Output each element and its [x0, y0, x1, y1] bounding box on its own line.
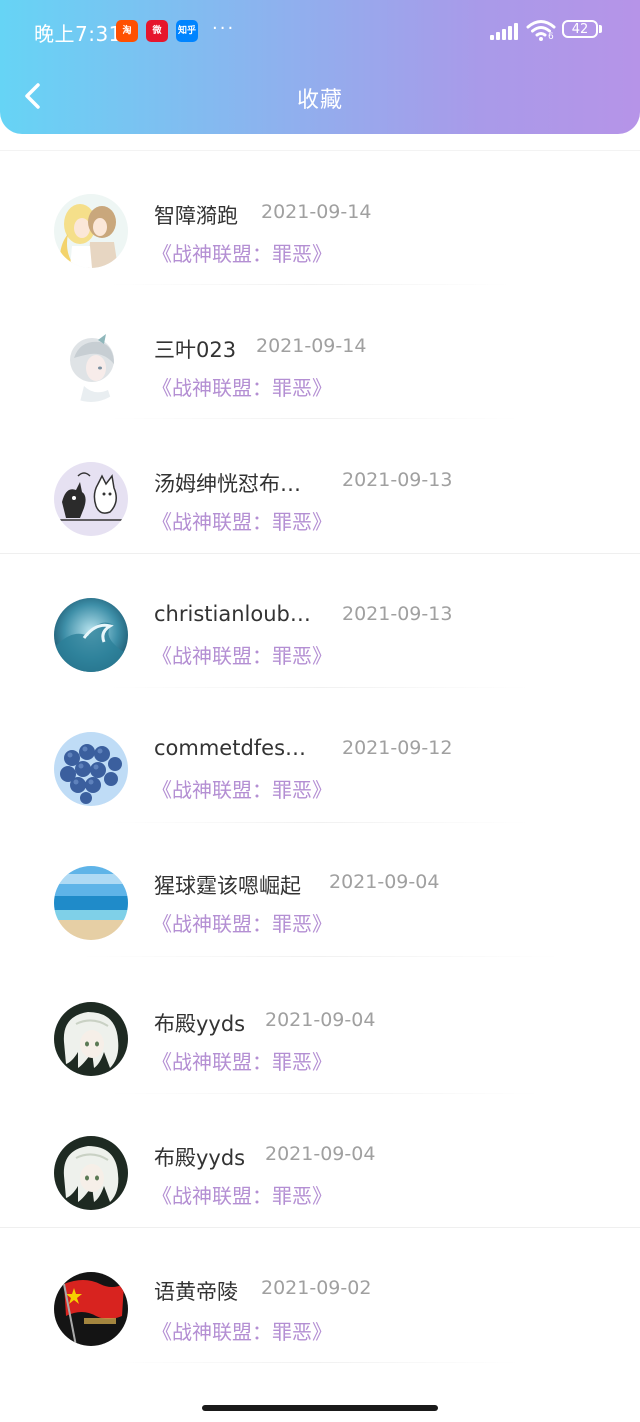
favorite-item[interactable]: 智障漪跑 2021-09-14 《战神联盟：罪恶》 — [0, 164, 640, 298]
favorite-date: 2021-09-04 — [265, 1143, 376, 1165]
item-divider — [80, 956, 560, 957]
username[interactable]: 猩球霆该嗯崛起 — [154, 870, 301, 900]
weibo-app-icon: 微 — [146, 20, 168, 42]
battery-tip — [599, 25, 602, 33]
status-time: 晚上7:31 — [34, 22, 122, 46]
favorite-item[interactable]: 汤姆绅恍怼布… 2021-09-13 《战神联盟：罪恶》 — [0, 432, 640, 566]
taobao-app-icon: 淘 — [116, 20, 138, 42]
favorite-date: 2021-09-04 — [329, 871, 440, 893]
user-avatar[interactable] — [54, 598, 128, 672]
work-title-link[interactable]: 《战神联盟：罪恶》 — [152, 1316, 332, 1345]
work-title-link[interactable]: 《战神联盟：罪恶》 — [152, 238, 332, 267]
work-title-link[interactable]: 《战神联盟：罪恶》 — [152, 908, 332, 937]
user-avatar[interactable] — [54, 1002, 128, 1076]
user-avatar[interactable] — [54, 732, 128, 806]
user-avatar[interactable] — [54, 1272, 128, 1346]
favorite-date: 2021-09-13 — [342, 469, 453, 491]
user-avatar[interactable] — [54, 194, 128, 268]
item-divider — [0, 1227, 640, 1228]
username[interactable]: 智障漪跑 — [154, 200, 238, 230]
work-title-link[interactable]: 《战神联盟：罪恶》 — [152, 1180, 332, 1209]
favorite-date: 2021-09-14 — [256, 335, 367, 357]
item-divider — [110, 418, 520, 419]
wifi-badge: 6 — [548, 32, 554, 42]
favorite-item[interactable]: 布殿yyds 2021-09-04 《战神联盟：罪恶》 — [0, 968, 640, 1102]
cellular-signal-icon — [490, 22, 520, 40]
favorite-item[interactable]: christianloub… 2021-09-13 《战神联盟：罪恶》 — [0, 566, 640, 700]
favorite-date: 2021-09-04 — [265, 1009, 376, 1031]
favorite-date: 2021-09-13 — [342, 603, 453, 625]
work-title-link[interactable]: 《战神联盟：罪恶》 — [152, 372, 332, 401]
username[interactable]: christianloub… — [154, 602, 311, 626]
header-shadow-divider — [0, 150, 640, 151]
username[interactable]: 语黄帝陵 — [154, 1276, 238, 1306]
item-divider — [110, 1362, 520, 1363]
status-bar: 晚上7:31 淘 微 知乎 ··· 6 42 — [0, 0, 640, 62]
more-notifications-icon: ··· — [212, 18, 236, 39]
favorite-date: 2021-09-02 — [261, 1277, 372, 1299]
item-divider — [0, 553, 640, 554]
user-avatar[interactable] — [54, 866, 128, 940]
user-avatar[interactable] — [54, 1136, 128, 1210]
favorite-date: 2021-09-14 — [261, 201, 372, 223]
work-title-link[interactable]: 《战神联盟：罪恶》 — [152, 506, 332, 535]
user-avatar[interactable] — [54, 328, 128, 402]
favorite-item[interactable]: 三叶023 2021-09-14 《战神联盟：罪恶》 — [0, 298, 640, 432]
favorite-item[interactable]: commetdfes… 2021-09-12 《战神联盟：罪恶》 — [0, 700, 640, 834]
item-divider — [110, 1093, 540, 1094]
work-title-link[interactable]: 《战神联盟：罪恶》 — [152, 774, 332, 803]
item-divider — [110, 687, 530, 688]
username[interactable]: 布殿yyds — [154, 1008, 245, 1038]
username[interactable]: commetdfes… — [154, 736, 306, 760]
item-divider — [110, 284, 510, 285]
username[interactable]: 汤姆绅恍怼布… — [154, 468, 301, 498]
user-avatar[interactable] — [54, 462, 128, 536]
username[interactable]: 三叶023 — [154, 334, 236, 364]
favorite-item[interactable]: 语黄帝陵 2021-09-02 《战神联盟：罪恶》 — [0, 1236, 640, 1370]
favorite-date: 2021-09-12 — [342, 737, 453, 759]
work-title-link[interactable]: 《战神联盟：罪恶》 — [152, 640, 332, 669]
favorite-item[interactable]: 猩球霆该嗯崛起 2021-09-04 《战神联盟：罪恶》 — [0, 834, 640, 968]
home-indicator[interactable] — [202, 1405, 438, 1411]
username[interactable]: 布殿yyds — [154, 1142, 245, 1172]
page-title: 收藏 — [296, 88, 343, 113]
app-header: 晚上7:31 淘 微 知乎 ··· 6 42 收藏 — [0, 0, 640, 134]
favorite-item[interactable]: 布殿yyds 2021-09-04 《战神联盟：罪恶》 — [0, 1102, 640, 1236]
work-title-link[interactable]: 《战神联盟：罪恶》 — [152, 1046, 332, 1075]
battery-icon: 42 — [562, 20, 598, 38]
item-divider — [110, 822, 530, 823]
zhihu-app-icon: 知乎 — [176, 20, 198, 42]
